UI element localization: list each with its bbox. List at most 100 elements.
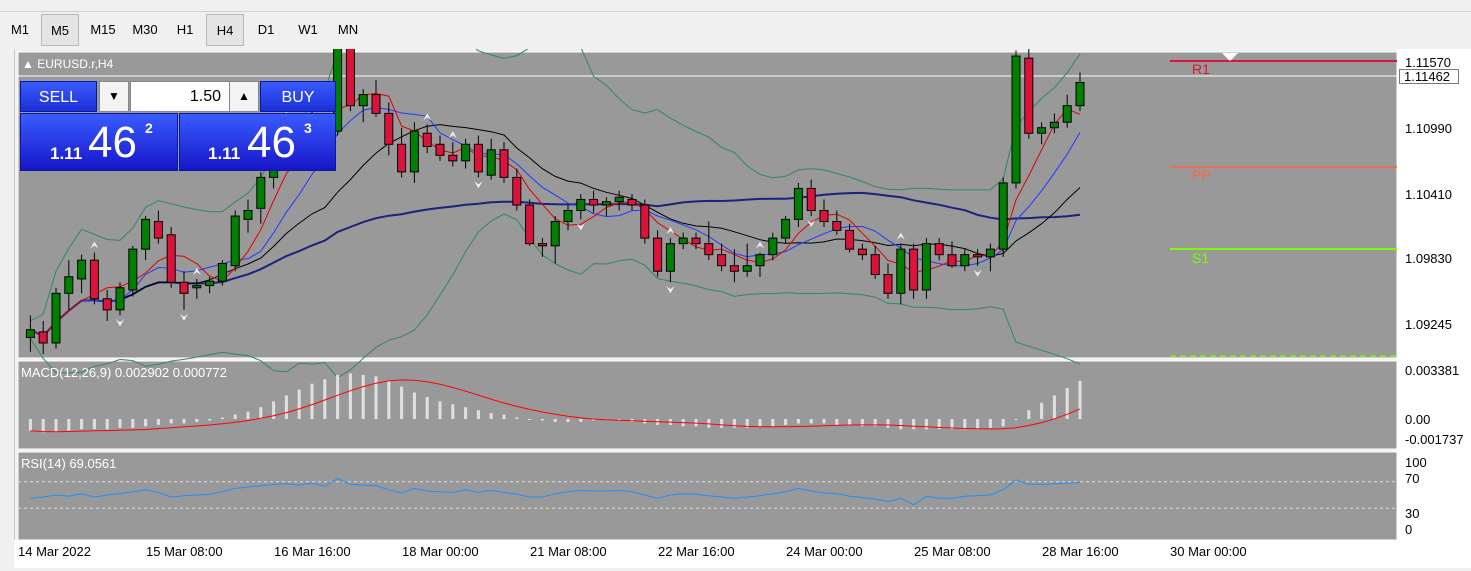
macd-histogram-bar xyxy=(579,419,583,422)
macd-histogram-bar xyxy=(924,419,928,430)
candle-body xyxy=(77,259,87,280)
candle-body xyxy=(1075,81,1085,107)
candle-body xyxy=(921,243,931,291)
tf-m15[interactable]: M15 xyxy=(82,14,124,46)
macd-histogram-bar xyxy=(464,407,468,419)
candle-body xyxy=(243,210,253,220)
collapse-icon[interactable]: ▲ xyxy=(22,57,34,71)
candle-body xyxy=(806,187,816,212)
candle-body xyxy=(25,329,35,338)
candle-body xyxy=(883,274,893,294)
macd-histogram-bar xyxy=(182,419,186,424)
price-axis-label: 1.11570 xyxy=(1405,55,1452,70)
lot-increase-button[interactable]: ▲ xyxy=(229,81,259,112)
candle-body xyxy=(230,215,240,267)
candle-body xyxy=(678,237,688,245)
macd-axis-label: 0.003381 xyxy=(1405,363,1460,378)
candle-body xyxy=(115,287,125,311)
candle-body xyxy=(422,132,432,148)
macd-histogram-bar xyxy=(1040,402,1044,419)
macd-histogram-bar xyxy=(259,407,263,419)
macd-axis-label: 0.00 xyxy=(1405,412,1431,427)
candle-body xyxy=(755,254,765,267)
lot-decrease-button[interactable]: ▼ xyxy=(99,81,129,112)
candle-body xyxy=(857,248,867,256)
buy-button[interactable]: BUY xyxy=(260,81,336,112)
lot-size-input[interactable] xyxy=(130,81,230,112)
sell-price-button[interactable]: 1.11 46 2 xyxy=(20,113,178,171)
candle-body xyxy=(550,221,560,247)
macd-histogram-bar xyxy=(1014,419,1018,420)
tf-m1[interactable]: M1 xyxy=(2,14,38,46)
macd-histogram-bar xyxy=(336,374,340,419)
candle-body xyxy=(141,218,151,250)
one-click-trading-panel: SELL ▼ ▲ BUY 1.11 46 2 1.11 46 3 xyxy=(20,81,336,171)
tf-h1[interactable]: H1 xyxy=(166,14,204,46)
macd-histogram-bar xyxy=(310,383,314,419)
macd-histogram-bar xyxy=(361,374,365,419)
candle-body xyxy=(665,243,675,272)
macd-histogram-bar xyxy=(28,419,32,431)
time-axis-label: 28 Mar 16:00 xyxy=(1042,544,1119,559)
tf-m30[interactable]: M30 xyxy=(124,14,166,46)
time-axis-label: 22 Mar 16:00 xyxy=(658,544,735,559)
price-axis-label: 1.10990 xyxy=(1405,121,1452,136)
macd-histogram-bar xyxy=(566,419,570,422)
candle-body xyxy=(640,204,650,239)
candle-body xyxy=(793,187,803,220)
candle-body xyxy=(153,221,163,239)
time-axis-label: 15 Mar 08:00 xyxy=(146,544,223,559)
time-axis-label: 14 Mar 2022 xyxy=(18,544,91,559)
time-axis-label: 25 Mar 08:00 xyxy=(914,544,991,559)
macd-histogram-bar xyxy=(1001,419,1005,427)
macd-histogram-bar xyxy=(131,419,135,428)
r1-level-label: R1 xyxy=(1192,61,1210,77)
macd-histogram-bar xyxy=(963,419,967,430)
sell-button[interactable]: SELL xyxy=(20,81,97,112)
macd-histogram-bar xyxy=(988,419,992,428)
macd-histogram-bar xyxy=(220,417,224,419)
candle-body xyxy=(973,254,983,258)
candle-body xyxy=(345,20,355,107)
buy-price-fraction: 3 xyxy=(304,120,312,136)
tf-w1[interactable]: W1 xyxy=(288,14,328,46)
macd-histogram-bar xyxy=(796,419,800,424)
tf-h4[interactable]: H4 xyxy=(206,14,244,46)
macd-histogram-bar xyxy=(886,419,890,428)
candle-body xyxy=(256,176,266,209)
buy-price-button[interactable]: 1.11 46 3 xyxy=(179,113,336,171)
macd-histogram-bar xyxy=(502,414,506,419)
candle-body xyxy=(486,149,496,176)
candle-body xyxy=(896,248,906,294)
macd-histogram-bar xyxy=(809,419,813,424)
time-axis-label: 18 Mar 00:00 xyxy=(402,544,479,559)
macd-histogram-bar xyxy=(976,419,980,430)
candle-body xyxy=(512,176,522,206)
time-axis-label: 24 Mar 00:00 xyxy=(786,544,863,559)
candle-body xyxy=(627,198,637,206)
macd-histogram-bar xyxy=(41,419,45,433)
candle-body xyxy=(1024,57,1034,134)
current-price-tag: 1.11462 xyxy=(1399,69,1459,84)
macd-histogram-bar xyxy=(297,389,301,419)
candle-body xyxy=(51,292,61,344)
tf-d1[interactable]: D1 xyxy=(247,14,285,46)
macd-histogram-bar xyxy=(1078,380,1082,419)
candle-body xyxy=(947,254,957,267)
macd-histogram-bar xyxy=(1027,410,1031,419)
s1-level-label: S1 xyxy=(1192,250,1210,266)
tf-mn[interactable]: MN xyxy=(328,14,368,46)
macd-histogram-bar xyxy=(899,419,903,430)
macd-histogram-bar xyxy=(451,404,455,419)
macd-histogram-bar xyxy=(848,419,852,425)
time-axis-label: 16 Mar 16:00 xyxy=(274,544,351,559)
candle-body xyxy=(704,243,714,256)
candle-body xyxy=(473,143,483,173)
macd-histogram-bar xyxy=(835,419,839,425)
price-axis-label: 1.10410 xyxy=(1405,187,1452,202)
macd-axis-label: -0.001737 xyxy=(1405,432,1464,447)
candle-body xyxy=(64,276,74,294)
candle-body xyxy=(742,265,752,272)
tf-m5[interactable]: M5 xyxy=(41,14,79,46)
sell-price-prefix: 1.11 xyxy=(50,144,83,163)
